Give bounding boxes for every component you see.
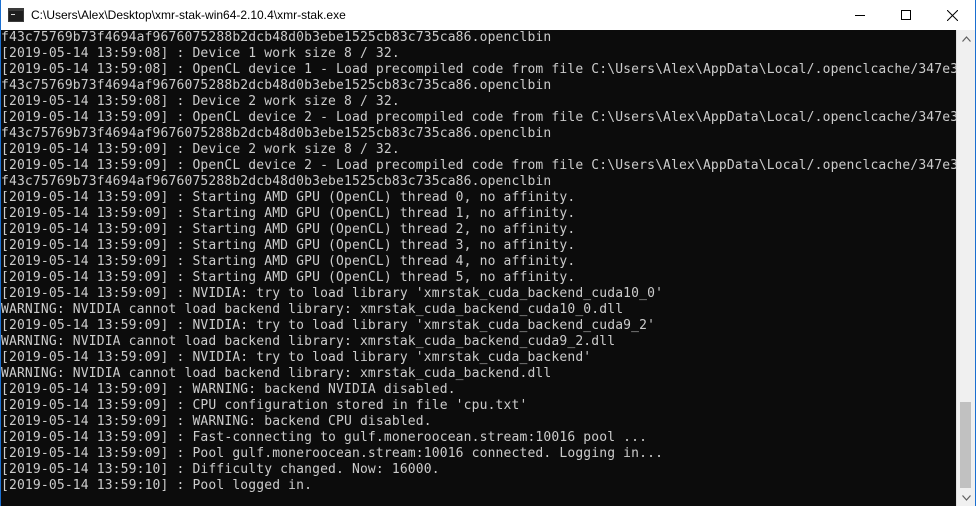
console-line: [2019-05-14 13:59:09] : OpenCL device 2 …	[1, 158, 956, 173]
console-line: [2019-05-14 13:59:09] : NVIDIA: try to l…	[1, 350, 592, 365]
console-line: [2019-05-14 13:59:09] : Starting AMD GPU…	[1, 206, 576, 221]
console-line: f43c75769b73f4694af9676075288b2dcb48d0b3…	[1, 126, 552, 141]
console-line: [2019-05-14 13:59:09] : Device 2 work si…	[1, 142, 400, 157]
maximize-button[interactable]	[883, 0, 929, 30]
maximize-icon	[901, 10, 911, 20]
console-line: [2019-05-14 13:59:09] : Starting AMD GPU…	[1, 222, 576, 237]
console-line: WARNING: NVIDIA cannot load backend libr…	[1, 334, 616, 349]
minimize-button[interactable]	[837, 0, 883, 30]
console-app-icon[interactable]	[8, 7, 24, 23]
console-output[interactable]: f43c75769b73f4694af9676075288b2dcb48d0b3…	[1, 30, 956, 506]
console-line: [2019-05-14 13:59:10] : Difficulty chang…	[1, 462, 440, 477]
scroll-down-arrow-icon	[961, 494, 971, 501]
window-title: C:\Users\Alex\Desktop\xmr-stak-win64-2.1…	[31, 8, 346, 22]
console-line: [2019-05-14 13:59:09] : Starting AMD GPU…	[1, 254, 576, 269]
scroll-down-button[interactable]	[957, 489, 975, 506]
console-line: [2019-05-14 13:59:09] : WARNING: backend…	[1, 414, 432, 429]
console-line: WARNING: NVIDIA cannot load backend libr…	[1, 302, 624, 317]
console-window: C:\Users\Alex\Desktop\xmr-stak-win64-2.1…	[0, 0, 976, 506]
console-lines: f43c75769b73f4694af9676075288b2dcb48d0b3…	[1, 30, 956, 506]
console-line: f43c75769b73f4694af9676075288b2dcb48d0b3…	[1, 30, 552, 45]
console-line: [2019-05-14 13:59:09] : Starting AMD GPU…	[1, 238, 576, 253]
console-line: f43c75769b73f4694af9676075288b2dcb48d0b3…	[1, 174, 552, 189]
console-line: [2019-05-14 13:59:09] : NVIDIA: try to l…	[1, 286, 664, 301]
console-line: [2019-05-14 13:59:09] : WARNING: backend…	[1, 382, 456, 397]
console-line: [2019-05-14 13:59:08] : Device 1 work si…	[1, 46, 400, 61]
title-bar[interactable]: C:\Users\Alex\Desktop\xmr-stak-win64-2.1…	[1, 0, 975, 30]
scroll-up-button[interactable]	[957, 30, 975, 47]
close-icon	[946, 9, 958, 21]
console-line: [2019-05-14 13:59:08] : Device 2 work si…	[1, 94, 400, 109]
console-line: WARNING: NVIDIA cannot load backend libr…	[1, 366, 552, 381]
scroll-up-arrow-icon	[961, 35, 971, 42]
console-line: [2019-05-14 13:59:09] : Pool gulf.monero…	[1, 446, 664, 461]
console-line: [2019-05-14 13:59:08] : OpenCL device 1 …	[1, 62, 956, 77]
console-line: [2019-05-14 13:59:09] : Starting AMD GPU…	[1, 270, 576, 285]
minimize-icon	[855, 15, 865, 16]
console-line: [2019-05-14 13:59:09] : CPU configuratio…	[1, 398, 528, 413]
console-line: [2019-05-14 13:59:09] : NVIDIA: try to l…	[1, 318, 656, 333]
scrollbar-thumb[interactable]	[960, 402, 971, 488]
console-line: [2019-05-14 13:59:09] : OpenCL device 2 …	[1, 110, 956, 125]
console-line: f43c75769b73f4694af9676075288b2dcb48d0b3…	[1, 78, 552, 93]
console-line: [2019-05-14 13:59:09] : Starting AMD GPU…	[1, 190, 576, 205]
console-line: [2019-05-14 13:59:09] : Fast-connecting …	[1, 430, 648, 445]
vertical-scrollbar[interactable]	[956, 30, 975, 506]
window-controls	[837, 0, 975, 30]
close-button[interactable]	[929, 0, 975, 30]
console-line: [2019-05-14 13:59:10] : Pool logged in.	[1, 478, 313, 493]
